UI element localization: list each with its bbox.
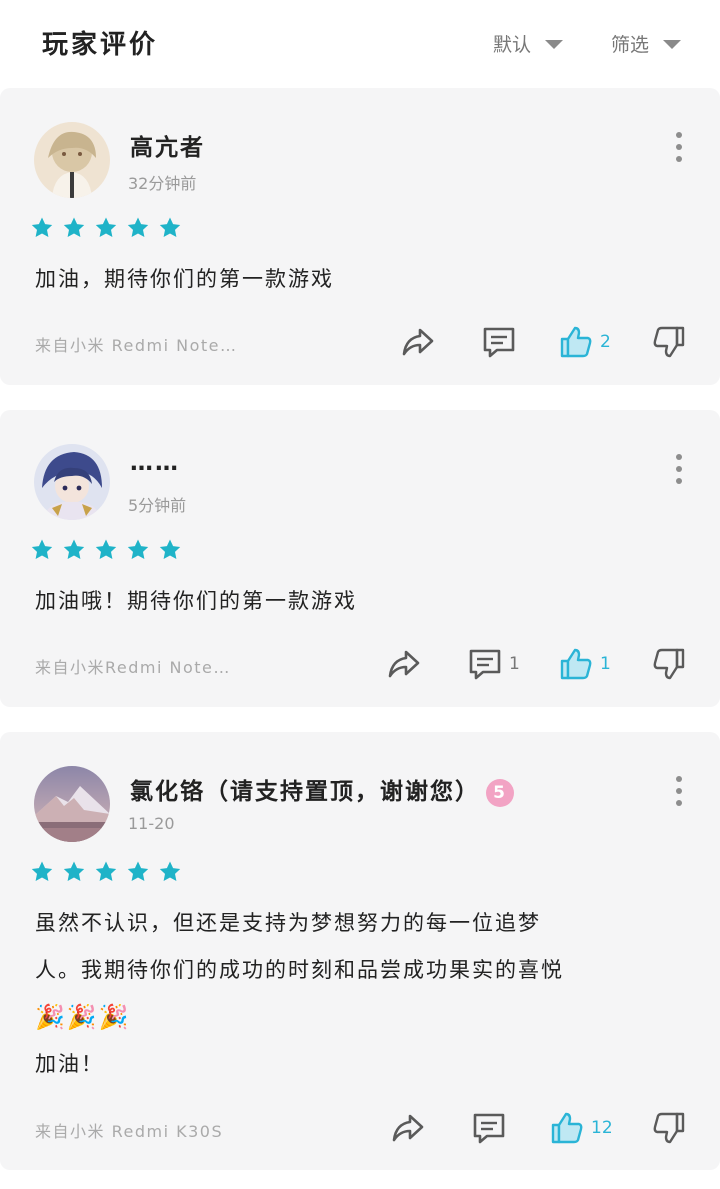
more-options-icon[interactable] [676, 454, 682, 484]
like-button[interactable]: 12 [549, 1110, 613, 1146]
thumbs-down-icon [653, 326, 685, 358]
dislike-button[interactable] [651, 324, 687, 360]
share-icon [402, 328, 434, 356]
star-icon [127, 217, 149, 237]
share-button[interactable] [386, 646, 422, 682]
share-icon [392, 1114, 424, 1142]
comment-button[interactable]: 1 [467, 646, 520, 682]
comment-button[interactable] [471, 1110, 513, 1146]
thumbs-up-icon [551, 1112, 583, 1144]
star-icon [31, 539, 53, 559]
avatar[interactable] [34, 444, 110, 520]
dislike-button[interactable] [651, 646, 687, 682]
like-button[interactable]: 2 [558, 324, 611, 360]
review-text[interactable]: 加油，期待你们的第一款游戏 [35, 256, 690, 303]
like-button[interactable]: 1 [558, 646, 611, 682]
thumbs-down-icon [653, 648, 685, 680]
share-icon [388, 650, 420, 678]
level-badge: 5 [486, 778, 514, 807]
star-icon [31, 861, 53, 881]
review-card: 高亢者 32分钟前 加油，期待你们的第一款游戏 来自小米 Redmi Note…… [0, 88, 720, 385]
author-name[interactable]: …… [130, 450, 180, 476]
thumbs-down-icon [653, 1112, 685, 1144]
thumbs-up-icon [560, 648, 592, 680]
avatar-blue-hair-anime-icon [34, 444, 110, 520]
review-time: 32分钟前 [128, 174, 197, 193]
star-icon [159, 539, 181, 559]
sort-dropdown[interactable]: 默认 [493, 30, 564, 57]
thumbs-up-icon [560, 326, 592, 358]
comment-button[interactable] [481, 324, 523, 360]
chevron-down-icon [663, 40, 682, 49]
avatar[interactable] [34, 766, 110, 842]
review-card: …… 5分钟前 加油哦！期待你们的第一款游戏 来自小米Redmi Note… 1… [0, 410, 720, 707]
review-text-line: 虽然不认识，但还是支持为梦想努力的每一位追梦 [35, 911, 541, 935]
author-name[interactable]: 高亢者 [130, 128, 205, 162]
star-icon [95, 217, 117, 237]
star-icon [127, 861, 149, 881]
dislike-button[interactable] [651, 1110, 687, 1146]
comment-icon [469, 649, 501, 680]
star-icon [159, 861, 181, 881]
share-button[interactable] [400, 324, 436, 360]
filter-label: 筛选 [611, 34, 650, 56]
like-count: 2 [600, 332, 611, 352]
chevron-down-icon [545, 40, 564, 49]
more-options-icon[interactable] [676, 776, 682, 806]
device-info: 来自小米 Redmi Note… [35, 336, 238, 355]
device-info: 来自小米 Redmi K30S [35, 1122, 224, 1141]
review-time: 11-20 [128, 814, 175, 833]
avatar-blond-anime-icon [34, 122, 110, 198]
avatar-mountain-landscape-icon [34, 766, 110, 842]
like-count: 1 [600, 654, 611, 674]
party-popper-emoji: 🎉🎉🎉 [35, 1003, 131, 1031]
star-icon [63, 861, 85, 881]
review-text-line: 加油！ [35, 1052, 104, 1076]
sort-label: 默认 [493, 34, 532, 56]
author-name[interactable]: 氯化铬（请支持置顶，谢谢您） 5 [130, 772, 514, 807]
header: 玩家评价 默认 筛选 [0, 0, 720, 86]
star-icon [95, 539, 117, 559]
page-title: 玩家评价 [42, 30, 159, 60]
review-text[interactable]: 加油哦！期待你们的第一款游戏 [35, 578, 690, 625]
star-icon [31, 217, 53, 237]
star-icon [63, 539, 85, 559]
star-icon [63, 217, 85, 237]
comment-icon [473, 1113, 505, 1144]
author-name-text: 氯化铬（请支持置顶，谢谢您） [130, 779, 480, 805]
filter-dropdown[interactable]: 筛选 [611, 30, 682, 57]
avatar[interactable] [34, 122, 110, 198]
star-icon [127, 539, 149, 559]
review-text-line: 人。我期待你们的成功的时刻和品尝成功果实的喜悦 [35, 958, 564, 982]
reply-count: 1 [509, 654, 520, 674]
review-card: 氯化铬（请支持置顶，谢谢您） 5 11-20 虽然不认识，但还是支持为梦想努力的每… [0, 732, 720, 1170]
rating-stars [30, 860, 182, 884]
review-text[interactable]: 虽然不认识，但还是支持为梦想努力的每一位追梦 人。我期待你们的成功的时刻和品尝成… [35, 900, 690, 1088]
rating-stars [30, 216, 182, 240]
device-info: 来自小米Redmi Note… [35, 658, 231, 677]
more-options-icon[interactable] [676, 132, 682, 162]
star-icon [95, 861, 117, 881]
rating-stars [30, 538, 182, 562]
star-icon [159, 217, 181, 237]
comment-icon [483, 327, 515, 358]
review-time: 5分钟前 [128, 496, 187, 515]
like-count: 12 [591, 1118, 613, 1138]
share-button[interactable] [390, 1110, 426, 1146]
